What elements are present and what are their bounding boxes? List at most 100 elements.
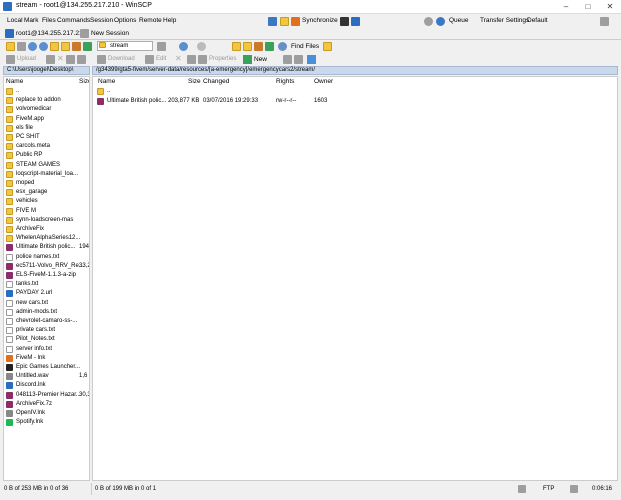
menu-session[interactable]: Session	[90, 17, 113, 24]
delete-icon[interactable]: ✕	[175, 54, 182, 63]
properties-button[interactable]: Properties	[209, 56, 236, 62]
local-row[interactable]: Untitled.wav 1,6	[6, 372, 89, 381]
local-file-panel[interactable]: Name Size .. replace to addon volvomedicar…	[3, 76, 90, 481]
compare-dirs-icon[interactable]	[268, 17, 277, 26]
remote-col-owner[interactable]: Owner	[314, 77, 333, 86]
local-row[interactable]: Spotify.lnk	[6, 418, 89, 427]
local-row[interactable]: Public RP	[6, 151, 89, 160]
local-row[interactable]: moped	[6, 179, 89, 188]
toolbar-options-icon[interactable]	[600, 17, 609, 26]
remote-row-file[interactable]: Ultimate British polic... 203,877 KB 03/…	[97, 97, 617, 106]
local-filter-icon[interactable]	[17, 42, 26, 51]
local-row[interactable]: volvomedicar	[6, 105, 89, 114]
rename-icon[interactable]	[187, 55, 196, 64]
local-row[interactable]: private cars.txt	[6, 326, 89, 335]
local-row[interactable]: PAYDAY 2.url	[6, 289, 89, 298]
menu-remote[interactable]: Remote	[139, 17, 162, 24]
select-icon[interactable]	[283, 55, 292, 64]
new-session-icon[interactable]	[80, 29, 89, 38]
edit-button[interactable]: Edit	[156, 56, 166, 62]
queue-button[interactable]: Queue	[449, 17, 469, 24]
remote-path-bar[interactable]: /g34399/gta5-fivem/server-data/resources…	[92, 66, 618, 75]
local-row[interactable]: chevrolet-camaro-ss-...	[6, 317, 89, 326]
remote-home-icon[interactable]	[254, 42, 263, 51]
local-col-size[interactable]: Size	[79, 77, 89, 86]
remote-row-parent[interactable]: ..	[97, 87, 617, 96]
forward-icon[interactable]	[39, 42, 48, 51]
remote-col-changed[interactable]: Changed	[203, 77, 229, 86]
remote-refresh-icon[interactable]	[265, 42, 274, 51]
maximize-icon[interactable]: □	[577, 0, 599, 13]
local-col-name[interactable]: Name	[6, 77, 23, 86]
local-delete-icon[interactable]: ✕	[57, 54, 64, 63]
local-row[interactable]: new cars.txt	[6, 299, 89, 308]
queue-icon[interactable]	[436, 17, 445, 26]
local-row[interactable]: carcols.meta	[6, 142, 89, 151]
menu-local[interactable]: Local	[7, 17, 23, 24]
gear-icon[interactable]	[424, 17, 433, 26]
local-row[interactable]: synn-loadscreen-mas	[6, 216, 89, 225]
tab-new-session[interactable]: New Session	[91, 30, 129, 37]
remote-file-panel[interactable]: Name Size Changed Rights Owner .. Ultima…	[92, 76, 618, 481]
local-row[interactable]: ec5711-Volvo_RRV_Re... 33,2	[6, 262, 89, 271]
properties-icon[interactable]	[198, 55, 207, 64]
local-row[interactable]: esx_garage	[6, 188, 89, 197]
minimize-icon[interactable]: –	[555, 0, 577, 13]
menu-mark[interactable]: Mark	[24, 17, 38, 24]
remote-parent-dir-icon[interactable]	[232, 42, 241, 51]
local-row[interactable]: els file	[6, 124, 89, 133]
local-row[interactable]: replace to addon	[6, 96, 89, 105]
close-icon[interactable]: ✕	[599, 0, 621, 13]
remote-forward-icon[interactable]	[197, 42, 206, 51]
remote-col-rights[interactable]: Rights	[276, 77, 294, 86]
tab-active-session[interactable]: root1@134.255.217.210	[16, 30, 86, 37]
root-dir-icon[interactable]	[61, 42, 70, 51]
local-row[interactable]: vehicles	[6, 197, 89, 206]
local-row[interactable]: ..	[6, 87, 89, 96]
home-icon[interactable]	[72, 42, 81, 51]
menu-commands[interactable]: Commands	[57, 17, 90, 24]
unselect-icon[interactable]	[294, 55, 303, 64]
remote-col-name[interactable]: Name	[98, 77, 115, 86]
local-row[interactable]: police names.txt	[6, 253, 89, 262]
menu-help[interactable]: Help	[163, 17, 176, 24]
local-row[interactable]: ELS-FiveM-1.1.3-a-zip	[6, 271, 89, 280]
download-icon[interactable]	[97, 55, 106, 64]
local-properties-icon[interactable]	[66, 55, 75, 64]
local-folder-icon[interactable]	[6, 42, 15, 51]
local-row[interactable]: PC SHIT	[6, 133, 89, 142]
local-path-bar[interactable]: C:\Users\joogel\Desktop\	[3, 66, 90, 75]
upload-icon[interactable]	[6, 55, 15, 64]
find-files-icon[interactable]	[278, 42, 287, 51]
console-icon[interactable]	[340, 17, 349, 26]
download-button[interactable]: Download	[108, 56, 135, 62]
local-row[interactable]: tanks.txt	[6, 280, 89, 289]
menu-options[interactable]: Options	[114, 17, 136, 24]
local-row[interactable]: loqscript-material_loa...	[6, 170, 89, 179]
synchronize-button[interactable]: Synchronize	[302, 17, 338, 24]
local-row[interactable]: Pilot_Notes.txt	[6, 335, 89, 344]
local-row[interactable]: STEAM GAMES	[6, 161, 89, 170]
local-row[interactable]: Epic Games Launcher...	[6, 363, 89, 372]
local-row[interactable]: Ultimate British polic...194,4	[6, 243, 89, 252]
local-row[interactable]: WhelenAlphaSeries12...	[6, 234, 89, 243]
new-icon[interactable]	[243, 55, 252, 64]
local-row[interactable]: 048113-Premier Hazar... 30,3	[6, 391, 89, 400]
local-row[interactable]: FiveM - lnk	[6, 354, 89, 363]
remote-filter-icon[interactable]	[157, 42, 166, 51]
back-icon[interactable]	[28, 42, 37, 51]
sync-browse-icon[interactable]	[280, 17, 289, 26]
find-files-button[interactable]: Find Files	[291, 43, 319, 50]
remote-col-size[interactable]: Size	[188, 77, 201, 86]
parent-dir-icon[interactable]	[50, 42, 59, 51]
remote-back-icon[interactable]	[179, 42, 188, 51]
local-row[interactable]: ArchiveFix.7z	[6, 400, 89, 409]
local-row[interactable]: OpenIV.lnk	[6, 409, 89, 418]
filter-icon[interactable]	[307, 55, 316, 64]
remote-root-dir-icon[interactable]	[243, 42, 252, 51]
local-edit-icon[interactable]	[46, 55, 55, 64]
local-row[interactable]: ArchiveFix	[6, 225, 89, 234]
putty-icon[interactable]	[351, 17, 360, 26]
transfer-settings-select[interactable]: Default	[527, 17, 548, 24]
local-row[interactable]: FIVE M	[6, 207, 89, 216]
